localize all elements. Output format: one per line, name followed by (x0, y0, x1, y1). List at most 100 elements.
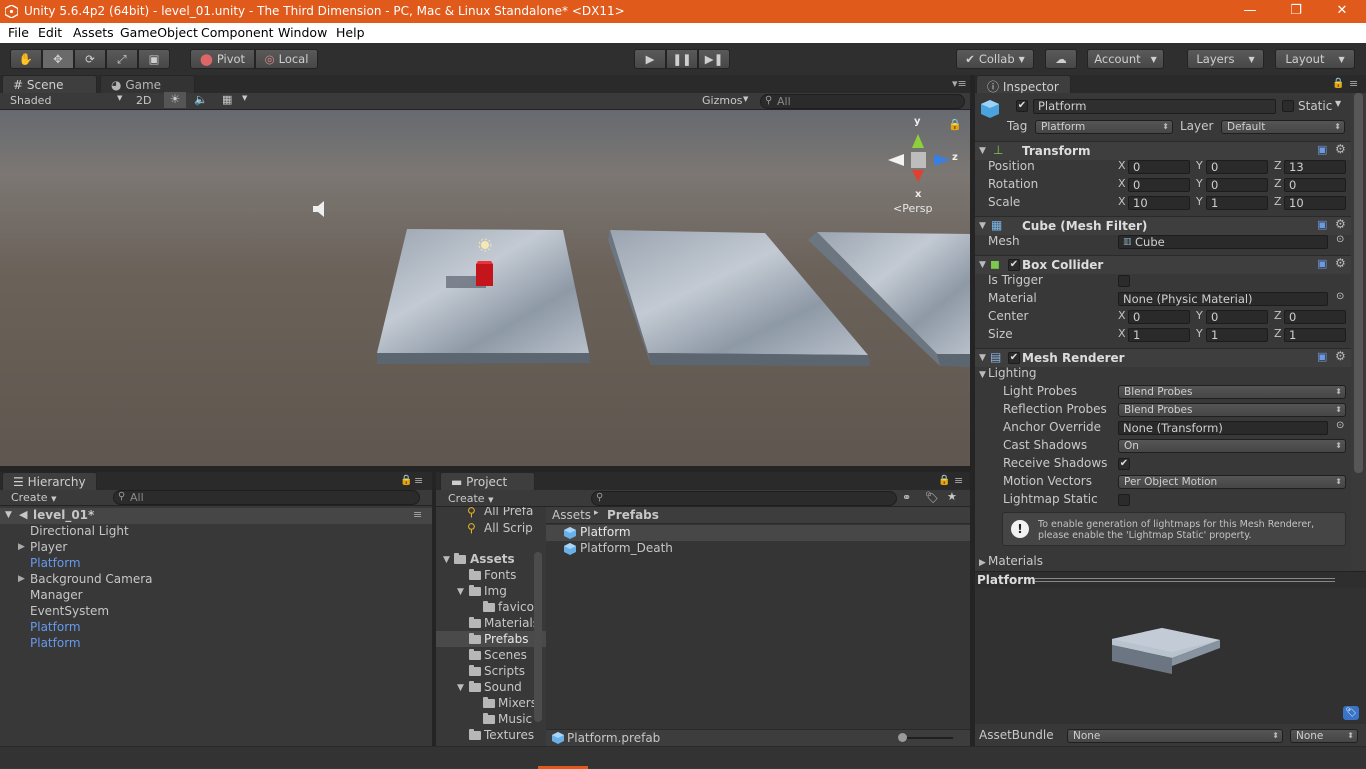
zoom-slider-handle[interactable] (898, 733, 907, 742)
cloud-button[interactable]: ☁ (1045, 49, 1077, 69)
static-checkbox[interactable] (1282, 100, 1294, 112)
object-picker-icon[interactable]: ⊙ (1336, 234, 1344, 245)
assetbundle-dropdown[interactable]: None (1067, 729, 1283, 743)
effects-toggle-icon[interactable]: ▦ (222, 93, 232, 106)
transform-x-input[interactable]: 0 (1128, 178, 1190, 192)
menu-edit[interactable]: Edit (38, 25, 62, 40)
object-picker-icon[interactable]: ⊙ (1336, 291, 1344, 302)
center-x-input[interactable]: 0 (1128, 310, 1190, 324)
tree-music[interactable]: Music (498, 712, 532, 726)
help-book-icon[interactable]: ▣ (1317, 143, 1327, 156)
tab-hierarchy[interactable]: ☰ Hierarchy (2, 472, 97, 491)
tree-prefabs[interactable]: Prefabs (484, 632, 529, 646)
panel-menu-icon[interactable]: ≡ (1349, 77, 1358, 90)
project-create-button[interactable]: Create ▼ (448, 492, 493, 505)
shading-dropdown[interactable]: Shaded (10, 94, 51, 107)
player-cube[interactable] (476, 261, 493, 286)
platform-1[interactable] (377, 229, 590, 364)
audio-source-icon[interactable] (313, 201, 324, 217)
receive-shadows-checkbox[interactable]: ✔ (1118, 458, 1130, 470)
filter-label-icon[interactable]: 🏷 (925, 491, 939, 504)
panel-menu-icon[interactable]: ▾≡ (952, 77, 967, 90)
hierarchy-item[interactable]: EventSystem (0, 604, 432, 620)
menu-component[interactable]: Component (201, 25, 274, 40)
lock-icon[interactable]: 🔒 (400, 475, 412, 486)
transform-x-input[interactable]: 0 (1128, 160, 1190, 174)
tab-scene[interactable]: # Scene (2, 75, 97, 94)
hand-tool-button[interactable]: ✋ (10, 49, 42, 69)
object-picker-icon[interactable]: ⊙ (1336, 420, 1344, 431)
materials-foldout[interactable]: Materials (988, 554, 1043, 568)
menu-help[interactable]: Help (336, 25, 365, 40)
expand-arrow-icon[interactable]: ▶ (18, 574, 25, 584)
tab-inspector[interactable]: ⓘ Inspector (976, 75, 1071, 94)
account-dropdown[interactable]: Account ▼ (1087, 49, 1164, 69)
hierarchy-item[interactable]: Platform (0, 556, 432, 572)
tree-favico[interactable]: favico (498, 600, 534, 614)
scrollbar-thumb[interactable] (1354, 93, 1363, 473)
hierarchy-item[interactable]: Directional Light (0, 524, 432, 540)
move-tool-button[interactable]: ✥ (42, 49, 74, 69)
light-probes-dropdown[interactable]: Blend Probes (1118, 385, 1346, 399)
is-trigger-checkbox[interactable] (1118, 275, 1130, 287)
layers-dropdown[interactable]: Layers ▼ (1187, 49, 1264, 69)
play-button[interactable]: ▶ (634, 49, 666, 69)
gear-icon[interactable]: ⚙ (1335, 142, 1346, 156)
favorite-all-prefabs[interactable]: All Prefa (484, 507, 533, 518)
gizmos-dropdown[interactable]: Gizmos (702, 94, 743, 107)
tag-dropdown[interactable]: Platform (1035, 120, 1173, 134)
filter-type-icon[interactable]: ⚭ (902, 491, 911, 504)
transform-z-input[interactable]: 10 (1284, 196, 1346, 210)
breadcrumb-prefabs[interactable]: Prefabs (607, 508, 659, 522)
mesh-filter-header[interactable]: ▼ ▦ Cube (Mesh Filter) ▣ ⚙ (975, 216, 1351, 235)
help-book-icon[interactable]: ▣ (1317, 218, 1327, 231)
file-row-selected[interactable]: Platform (546, 525, 970, 541)
scene-viewport[interactable]: y z x <Persp 🔒 (0, 110, 970, 466)
hierarchy-search-input[interactable]: All (113, 490, 420, 505)
tree-scripts[interactable]: Scripts (484, 664, 525, 678)
gear-icon[interactable]: ⚙ (1335, 256, 1346, 270)
collab-dropdown[interactable]: ✔ Collab ▼ (956, 49, 1034, 69)
lock-icon[interactable]: 🔒 (1332, 78, 1344, 89)
scene-root-row[interactable]: ▼ ◀ level_01* ≡ (0, 508, 432, 524)
size-x-input[interactable]: 1 (1128, 328, 1190, 342)
tree-mixers[interactable]: Mixers (498, 696, 537, 710)
tag-icon[interactable]: 🏷 (1343, 706, 1359, 720)
orientation-gizmo[interactable] (888, 134, 950, 182)
collider-material-field[interactable]: None (Physic Material) (1118, 292, 1328, 306)
hierarchy-create-button[interactable]: Create ▼ (11, 491, 56, 504)
lightmap-static-checkbox[interactable] (1118, 494, 1130, 506)
minimize-button[interactable]: — (1227, 0, 1273, 23)
mesh-field[interactable]: ▥ Cube (1118, 235, 1328, 249)
expand-arrow-icon[interactable]: ▶ (18, 542, 25, 552)
transform-y-input[interactable]: 0 (1206, 178, 1268, 192)
transform-z-input[interactable]: 0 (1284, 178, 1346, 192)
rect-tool-button[interactable]: ▣ (138, 49, 170, 69)
collapse-arrow-icon[interactable]: ▶ (979, 558, 986, 568)
box-collider-header[interactable]: ▼ ◼ ✔ Box Collider ▣ ⚙ (975, 255, 1351, 274)
tab-project[interactable]: ▬ Project (440, 472, 535, 491)
expand-arrow-icon[interactable]: ▼ (979, 370, 986, 380)
tree-sound[interactable]: Sound (484, 680, 522, 694)
panel-menu-icon[interactable]: ≡ (954, 474, 963, 487)
menu-gameobject[interactable]: GameObject (120, 25, 198, 40)
object-name-input[interactable]: Platform (1033, 99, 1276, 114)
transform-y-input[interactable]: 1 (1206, 196, 1268, 210)
tree-scrollbar[interactable] (534, 552, 542, 722)
file-row[interactable]: Platform_Death (546, 541, 970, 557)
project-search-input[interactable] (591, 491, 897, 506)
rotate-tool-button[interactable]: ⟳ (74, 49, 106, 69)
tree-textures[interactable]: Textures (484, 728, 534, 742)
help-book-icon[interactable]: ▣ (1317, 257, 1327, 270)
box-collider-enabled-checkbox[interactable]: ✔ (1008, 259, 1020, 271)
local-toggle[interactable]: ◎ Local (255, 49, 318, 69)
mesh-renderer-enabled-checkbox[interactable]: ✔ (1008, 352, 1020, 364)
hierarchy-item[interactable]: ▶ Player (0, 540, 432, 556)
tree-scenes[interactable]: Scenes (484, 648, 527, 662)
menu-file[interactable]: File (8, 25, 29, 40)
lighting-foldout[interactable]: Lighting (988, 366, 1037, 380)
tree-materials[interactable]: Materials (484, 616, 539, 630)
gear-icon[interactable]: ⚙ (1335, 349, 1346, 363)
assetbundle-variant-dropdown[interactable]: None (1290, 729, 1358, 743)
center-z-input[interactable]: 0 (1284, 310, 1346, 324)
